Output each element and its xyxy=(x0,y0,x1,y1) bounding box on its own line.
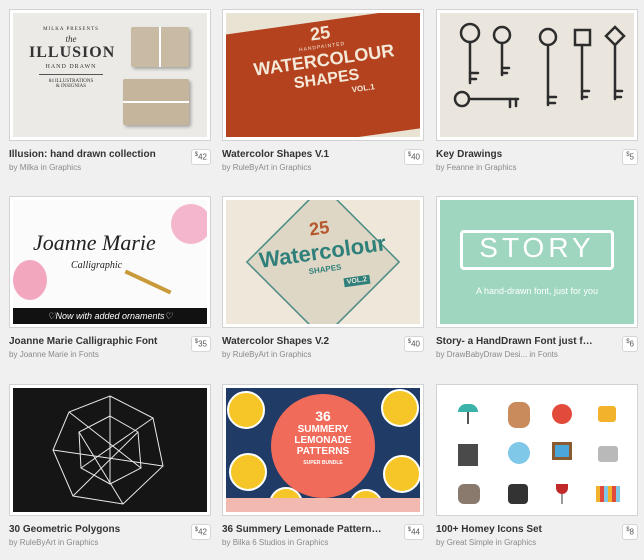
product-title[interactable]: Watercolor Shapes V.1 xyxy=(222,149,382,160)
price-badge: $8 xyxy=(622,524,638,540)
product-thumbnail[interactable] xyxy=(9,384,211,516)
rug-icon xyxy=(596,486,620,502)
product-byline: by Milka in Graphics xyxy=(9,163,82,172)
product-thumbnail[interactable] xyxy=(436,9,638,141)
product-card: Joanne Marie Calligraphic ♡Now with adde… xyxy=(9,196,211,366)
product-card: 36 SUMMERY LEMONADE PATTERNS SUPER BUNDL… xyxy=(222,384,424,554)
author-link[interactable]: Great Simple xyxy=(447,538,494,547)
price-badge: $44 xyxy=(403,524,424,540)
beard-man-icon xyxy=(508,402,530,428)
kettle-icon xyxy=(508,484,528,504)
price-badge: $35 xyxy=(190,336,211,352)
category-link[interactable]: Fonts xyxy=(538,350,558,359)
product-image: STORY A hand-drawn font, just for you xyxy=(440,200,634,324)
product-image xyxy=(440,388,634,512)
category-link[interactable]: Graphics xyxy=(49,163,81,172)
price-badge: $5 xyxy=(622,149,638,165)
price-badge: $6 xyxy=(622,336,638,352)
product-title[interactable]: 30 Geometric Polygons xyxy=(9,524,169,535)
product-image: MILKA PRESENTS the ILLUSION HAND DRAWN 8… xyxy=(13,13,207,137)
category-link[interactable]: Graphics xyxy=(296,538,328,547)
product-image xyxy=(13,388,207,512)
category-link[interactable]: Fonts xyxy=(79,350,99,359)
product-title[interactable]: Watercolor Shapes V.2 xyxy=(222,336,382,347)
product-byline: by Great Simple in Graphics xyxy=(436,538,537,547)
price-badge: $40 xyxy=(403,336,424,352)
product-thumbnail[interactable]: 25 Watercolour SHAPES VOL.2 xyxy=(222,196,424,328)
product-thumbnail[interactable]: MILKA PRESENTS the ILLUSION HAND DRAWN 8… xyxy=(9,9,211,141)
product-card: MILKA PRESENTS the ILLUSION HAND DRAWN 8… xyxy=(9,9,211,179)
chair-icon xyxy=(598,406,616,422)
author-link[interactable]: Bilka 6 Studios xyxy=(233,538,286,547)
category-link[interactable]: Graphics xyxy=(485,163,517,172)
wine-glass-icon xyxy=(556,484,568,494)
fishbowl-icon xyxy=(508,442,530,464)
author-link[interactable]: Milka xyxy=(20,163,39,172)
author-link[interactable]: RuleByArt xyxy=(233,163,269,172)
product-card: Key Drawings by Feanne in Graphics $5 xyxy=(436,9,638,179)
author-link[interactable]: DrawBabyDraw Desi... xyxy=(447,350,527,359)
dog-icon xyxy=(458,484,480,504)
product-thumbnail[interactable]: Joanne Marie Calligraphic ♡Now with adde… xyxy=(9,196,211,328)
product-image: Joanne Marie Calligraphic ♡Now with adde… xyxy=(13,200,207,324)
price-badge: $40 xyxy=(403,149,424,165)
product-image: 25 HANDPAINTED WATERCOLOUR SHAPES VOL.1 xyxy=(226,13,420,137)
product-byline: by DrawBabyDraw Desi... in Fonts xyxy=(436,350,558,359)
alarm-clock-icon xyxy=(552,404,572,424)
lamp-icon xyxy=(458,404,478,412)
product-byline: by Joanne Marie in Fonts xyxy=(9,350,99,359)
product-title[interactable]: 36 Summery Lemonade Patterns ... xyxy=(222,524,382,535)
author-link[interactable]: RuleByArt xyxy=(20,538,56,547)
product-title[interactable]: 100+ Homey Icons Set xyxy=(436,524,596,535)
product-card: 100+ Homey Icons Set by Great Simple in … xyxy=(436,384,638,554)
category-link[interactable]: Graphics xyxy=(279,163,311,172)
author-link[interactable]: Feanne xyxy=(447,163,474,172)
product-byline: by RuleByArt in Graphics xyxy=(222,163,312,172)
author-link[interactable]: RuleByArt xyxy=(233,350,269,359)
product-byline: by RuleByArt in Graphics xyxy=(222,350,312,359)
product-thumbnail[interactable]: 36 SUMMERY LEMONADE PATTERNS SUPER BUNDL… xyxy=(222,384,424,516)
product-image: 25 Watercolour SHAPES VOL.2 xyxy=(226,200,420,324)
price-badge: $42 xyxy=(190,524,211,540)
category-link[interactable]: Graphics xyxy=(279,350,311,359)
product-byline: by RuleByArt in Graphics xyxy=(9,538,99,547)
category-link[interactable]: Graphics xyxy=(504,538,536,547)
product-image: 36 SUMMERY LEMONADE PATTERNS SUPER BUNDL… xyxy=(226,388,420,512)
product-image xyxy=(440,13,634,137)
product-title[interactable]: Key Drawings xyxy=(436,149,596,160)
frame-icon xyxy=(552,442,572,460)
product-card: STORY A hand-drawn font, just for you St… xyxy=(436,196,638,366)
product-card: 25 Watercolour SHAPES VOL.2 Watercolor S… xyxy=(222,196,424,366)
product-card: 30 Geometric Polygons by RuleByArt in Gr… xyxy=(9,384,211,554)
product-title[interactable]: Illusion: hand drawn collection xyxy=(9,149,169,160)
product-thumbnail[interactable] xyxy=(436,384,638,516)
author-link[interactable]: Joanne Marie xyxy=(20,350,68,359)
product-byline: by Feanne in Graphics xyxy=(436,163,517,172)
product-title[interactable]: Story- a HandDrawn Font just for ... xyxy=(436,336,596,347)
product-thumbnail[interactable]: STORY A hand-drawn font, just for you xyxy=(436,196,638,328)
product-byline: by Bilka 6 Studios in Graphics xyxy=(222,538,329,547)
product-title[interactable]: Joanne Marie Calligraphic Font xyxy=(9,336,169,347)
price-badge: $42 xyxy=(190,149,211,165)
product-thumbnail[interactable]: 25 HANDPAINTED WATERCOLOUR SHAPES VOL.1 xyxy=(222,9,424,141)
category-link[interactable]: Graphics xyxy=(66,538,98,547)
product-card: 25 HANDPAINTED WATERCOLOUR SHAPES VOL.1 … xyxy=(222,9,424,179)
shelf-icon xyxy=(458,444,478,466)
toaster-icon xyxy=(598,446,618,462)
